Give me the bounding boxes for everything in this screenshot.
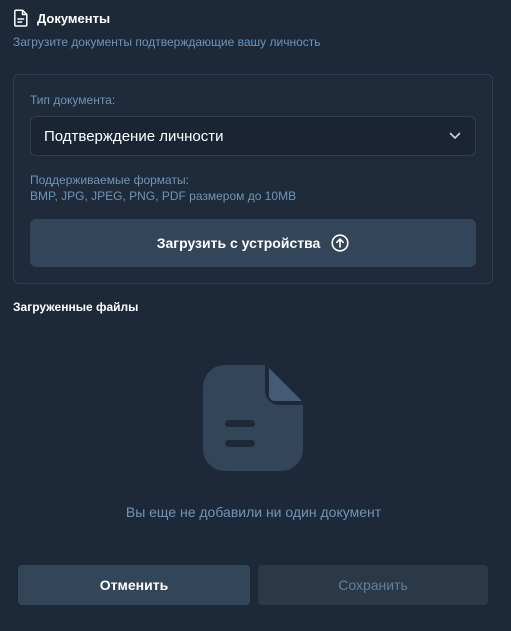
empty-state-message: Вы еще не добавили ни один документ <box>125 504 382 520</box>
cancel-button[interactable]: Отменить <box>18 565 250 605</box>
chevron-down-icon <box>449 132 461 139</box>
doc-type-label: Тип документа: <box>30 93 116 107</box>
upload-button-label: Загрузить с устройства <box>156 235 321 251</box>
formats-value: BMP, JPG, JPEG, PNG, PDF размером до 10M… <box>30 189 297 203</box>
documents-page: Документы Загрузите документы подтвержда… <box>0 0 511 631</box>
upload-from-device-button[interactable]: Загрузить с устройства <box>30 219 476 267</box>
upload-circle-icon <box>331 234 349 252</box>
uploaded-files-title: Загруженные файлы <box>13 300 139 314</box>
formats-label: Поддерживаемые форматы: <box>30 173 189 187</box>
page-subtitle: Загрузите документы подтверждающие вашу … <box>13 35 321 49</box>
section-header: Документы <box>13 9 110 27</box>
document-icon <box>14 9 28 27</box>
upload-card: Тип документа: Подтверждение личности По… <box>13 74 493 284</box>
empty-document-icon <box>203 365 303 471</box>
supported-formats: Поддерживаемые форматы: BMP, JPG, JPEG, … <box>30 172 296 204</box>
doc-type-value: Подтверждение личности <box>44 127 224 145</box>
page-title: Документы <box>37 10 111 26</box>
doc-type-select[interactable]: Подтверждение личности <box>30 116 476 156</box>
save-button[interactable]: Сохранить <box>258 565 488 605</box>
